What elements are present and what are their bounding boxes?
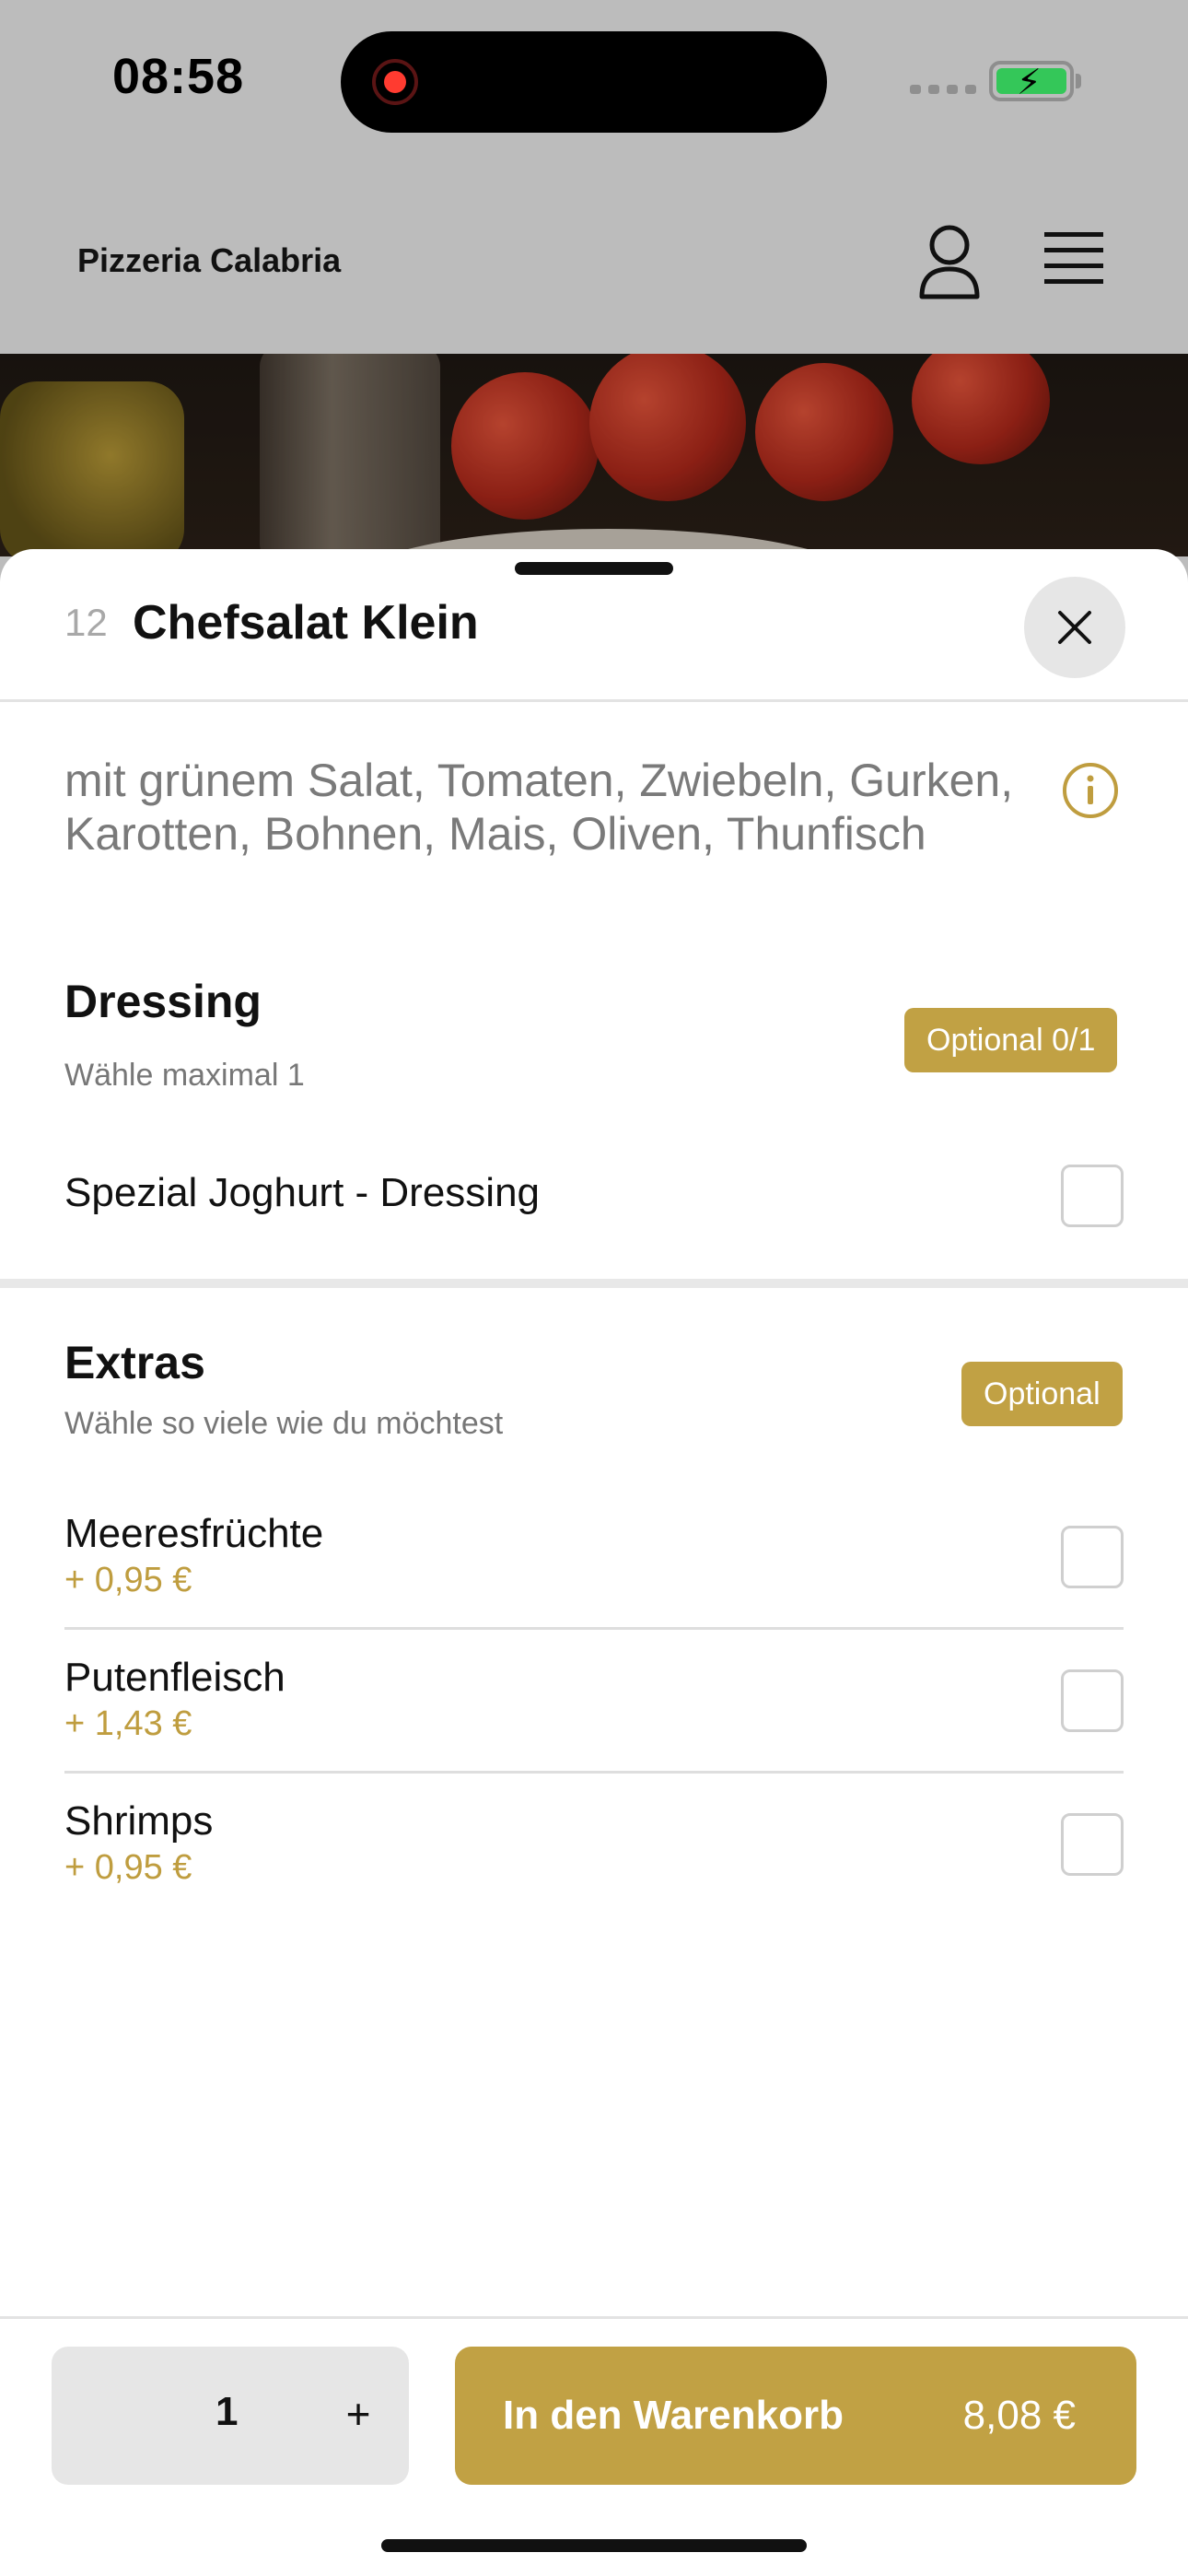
add-to-cart-price: 8,08 € <box>962 2393 1076 2438</box>
menu-icon[interactable] <box>1044 230 1103 286</box>
extra-option-checkbox[interactable] <box>1061 1813 1124 1876</box>
add-to-cart-button[interactable]: In den Warenkorb 8,08 € <box>455 2347 1136 2485</box>
list-divider <box>64 1771 1124 1774</box>
quantity-stepper: 1 + <box>52 2347 409 2485</box>
dressing-option-checkbox[interactable] <box>1061 1165 1124 1227</box>
signal-icon <box>910 85 976 94</box>
extra-option-checkbox[interactable] <box>1061 1526 1124 1588</box>
close-icon <box>1058 611 1091 644</box>
user-icon[interactable] <box>917 223 982 300</box>
extra-option-label: Shrimps <box>64 1798 214 1844</box>
item-detail-sheet: 12 Chefsalat Klein mit grünem Salat, Tom… <box>0 549 1188 2576</box>
item-title: Chefsalat Klein <box>133 596 479 650</box>
extras-optional-badge: Optional <box>961 1362 1123 1426</box>
extra-option-label: Putenfleisch <box>64 1655 285 1700</box>
tomato <box>589 354 746 501</box>
status-time: 08:58 <box>112 49 245 104</box>
extras-title: Extras <box>64 1337 205 1388</box>
section-separator <box>0 1279 1188 1288</box>
brand-name[interactable]: Pizzeria Calabria <box>77 241 341 280</box>
extra-option-label: Meeresfrüchte <box>64 1511 324 1556</box>
home-indicator[interactable] <box>381 2539 807 2552</box>
app-header: Pizzeria Calabria <box>0 166 1188 354</box>
dressing-subtitle: Wähle maximal 1 <box>64 1058 305 1093</box>
bottom-action-bar: 1 + In den Warenkorb 8,08 € <box>0 2316 1188 2576</box>
dressing-optional-badge: Optional 0/1 <box>904 1008 1118 1072</box>
extra-option-checkbox[interactable] <box>1061 1669 1124 1732</box>
hero-image <box>0 354 1188 556</box>
add-to-cart-label: In den Warenkorb <box>503 2393 844 2438</box>
pepper-grinder <box>260 354 440 556</box>
info-icon[interactable] <box>1061 761 1120 820</box>
recording-icon <box>372 59 418 105</box>
sheet-header: 12 Chefsalat Klein <box>0 549 1188 702</box>
dressing-title: Dressing <box>64 976 262 1027</box>
dynamic-island <box>341 31 827 133</box>
quantity-value: 1 <box>215 2389 239 2434</box>
item-description: mit grünem Salat, Tomaten, Zwiebeln, Gur… <box>64 755 1014 860</box>
list-divider <box>64 1627 1124 1630</box>
olive-oil-bottle <box>0 381 184 556</box>
status-bar: 08:58 ⚡ <box>0 0 1188 166</box>
extra-option-price: + 0,95 € <box>64 1561 192 1599</box>
close-button[interactable] <box>1024 577 1125 678</box>
dressing-option-label: Spezial Joghurt - Dressing <box>64 1170 541 1215</box>
extras-subtitle: Wähle so viele wie du möchtest <box>64 1406 504 1441</box>
extra-option-price: + 1,43 € <box>64 1704 192 1743</box>
quantity-plus-button[interactable]: + <box>328 2383 389 2444</box>
tomato <box>451 372 599 520</box>
battery-icon: ⚡ <box>989 61 1081 102</box>
tomato <box>755 363 893 501</box>
item-number: 12 <box>64 601 108 644</box>
tomato <box>912 354 1050 464</box>
extra-option-price: + 0,95 € <box>64 1848 192 1887</box>
